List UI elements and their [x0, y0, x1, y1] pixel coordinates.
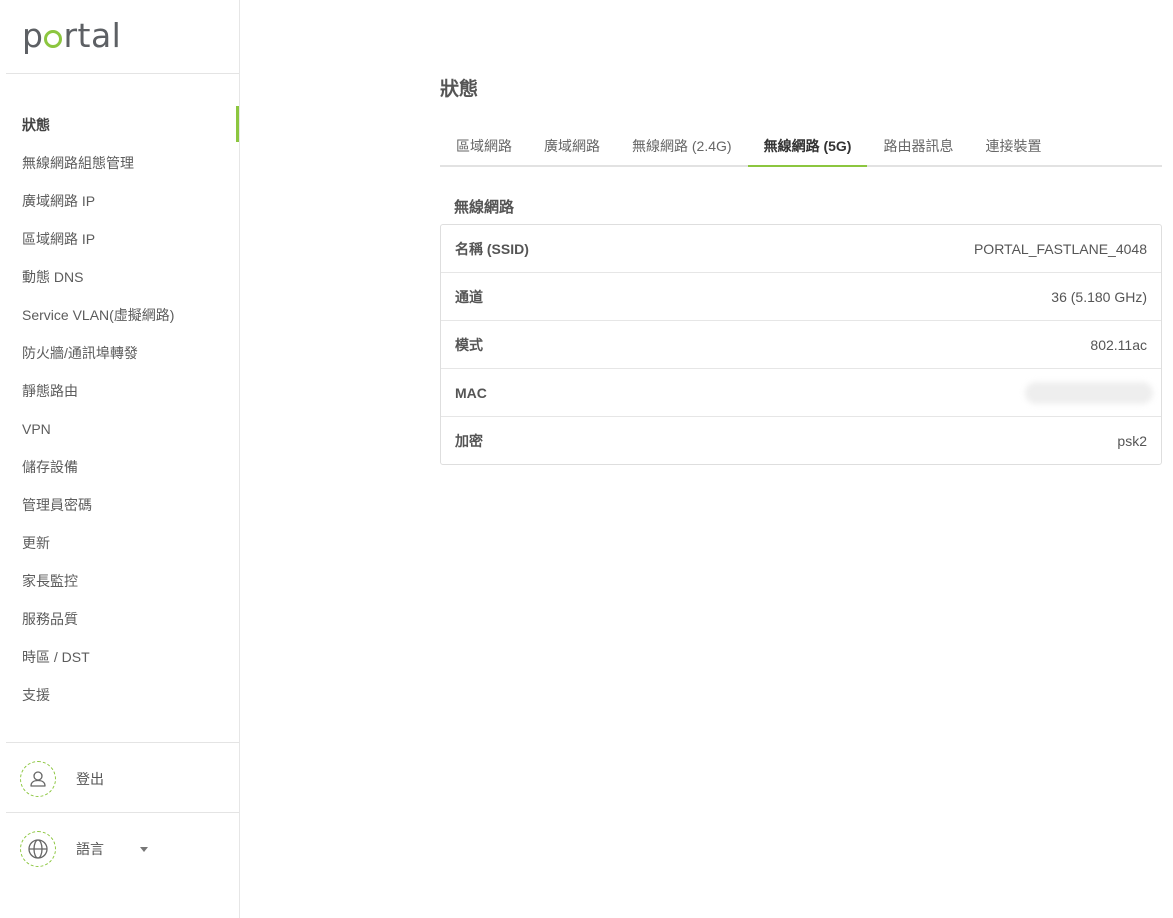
tab-lan[interactable]: 區域網路: [440, 130, 528, 167]
sidebar-item-firewall[interactable]: 防火牆/通訊埠轉發: [0, 334, 239, 372]
row-label: 加密: [455, 433, 483, 449]
table-row-encryption: 加密 psk2: [441, 417, 1161, 465]
tab-wan[interactable]: 廣域網路: [528, 130, 616, 167]
row-value: 36 (5.180 GHz): [1051, 288, 1147, 305]
sidebar-item-service-vlan[interactable]: Service VLAN(虛擬網路): [0, 296, 239, 334]
row-value: 802.11ac: [1090, 336, 1147, 353]
sidebar-item-wan-ip[interactable]: 廣域網路 IP: [0, 182, 239, 220]
sidebar-item-admin-password[interactable]: 管理員密碼: [0, 486, 239, 524]
redacted-mac-value: [1025, 381, 1153, 404]
row-value: psk2: [1117, 433, 1147, 449]
sidebar-divider: [6, 742, 239, 743]
sidebar-item-support[interactable]: 支援: [0, 676, 239, 714]
sidebar-item-lan-ip[interactable]: 區域網路 IP: [0, 220, 239, 258]
sidebar-item-static-route[interactable]: 靜態路由: [0, 372, 239, 410]
page-title: 狀態: [440, 79, 479, 100]
row-value: PORTAL_FASTLANE_4048: [973, 240, 1147, 257]
tab-wireless-5g[interactable]: 無線網路 (5G): [747, 130, 868, 167]
sidebar-item-timezone[interactable]: 時區 / DST: [0, 638, 239, 676]
language-selector[interactable]: 語言: [20, 831, 148, 867]
sidebar-item-dynamic-dns[interactable]: 動態 DNS: [0, 258, 239, 296]
row-label: 名稱 (SSID): [455, 240, 529, 257]
user-icon: [20, 761, 56, 797]
sidebar-item-wireless-config[interactable]: 無線網路組態管理: [0, 144, 239, 182]
sidebar-item-qos[interactable]: 服務品質: [0, 600, 239, 638]
section-title: 無線網路: [454, 199, 515, 216]
table-row-channel: 通道 36 (5.180 GHz): [441, 273, 1161, 321]
table-row-ssid: 名稱 (SSID) PORTAL_FASTLANE_4048: [441, 225, 1161, 273]
language-label: 語言: [76, 841, 104, 857]
status-tabs: 區域網路 廣域網路 無線網路 (2.4G) 無線網路 (5G) 路由器訊息 連接…: [440, 130, 1162, 167]
portal-logo[interactable]: p rtal: [22, 14, 121, 58]
tab-wireless-2-4g[interactable]: 無線網路 (2.4G): [616, 130, 748, 167]
logout-label: 登出: [76, 771, 104, 787]
logo-text-start: p: [22, 16, 44, 55]
sidebar-nav: 狀態 無線網路組態管理 廣域網路 IP 區域網路 IP 動態 DNS Servi…: [0, 106, 239, 714]
sidebar-item-update[interactable]: 更新: [0, 524, 239, 562]
row-label: 通道: [455, 288, 483, 305]
globe-icon: [20, 831, 56, 867]
sidebar-divider: [6, 812, 239, 813]
tab-router-info[interactable]: 路由器訊息: [867, 130, 969, 167]
logo-divider: [6, 73, 239, 74]
logo-text-end: rtal: [63, 16, 122, 55]
table-row-mac: MAC: [441, 369, 1161, 417]
sidebar-item-status[interactable]: 狀態: [0, 106, 239, 144]
sidebar-item-storage[interactable]: 儲存設備: [0, 448, 239, 486]
row-label: 模式: [455, 336, 483, 353]
main-content: 狀態 區域網路 廣域網路 無線網路 (2.4G) 無線網路 (5G) 路由器訊息…: [240, 0, 1173, 918]
sidebar-item-parental-control[interactable]: 家長監控: [0, 562, 239, 600]
sidebar-item-vpn[interactable]: VPN: [0, 410, 239, 448]
chevron-down-icon: [140, 846, 148, 852]
sidebar: p rtal 狀態 無線網路組態管理 廣域網路 IP 區域網路 IP 動態 DNS…: [0, 0, 240, 918]
logout-button[interactable]: 登出: [20, 761, 104, 797]
table-row-mode: 模式 802.11ac: [441, 321, 1161, 369]
wireless-info-table: 名稱 (SSID) PORTAL_FASTLANE_4048 通道 36 (5.…: [440, 224, 1162, 465]
tab-connected-devices[interactable]: 連接裝置: [969, 130, 1057, 167]
row-label: MAC: [455, 384, 487, 401]
logo-ring-icon: [44, 30, 63, 48]
